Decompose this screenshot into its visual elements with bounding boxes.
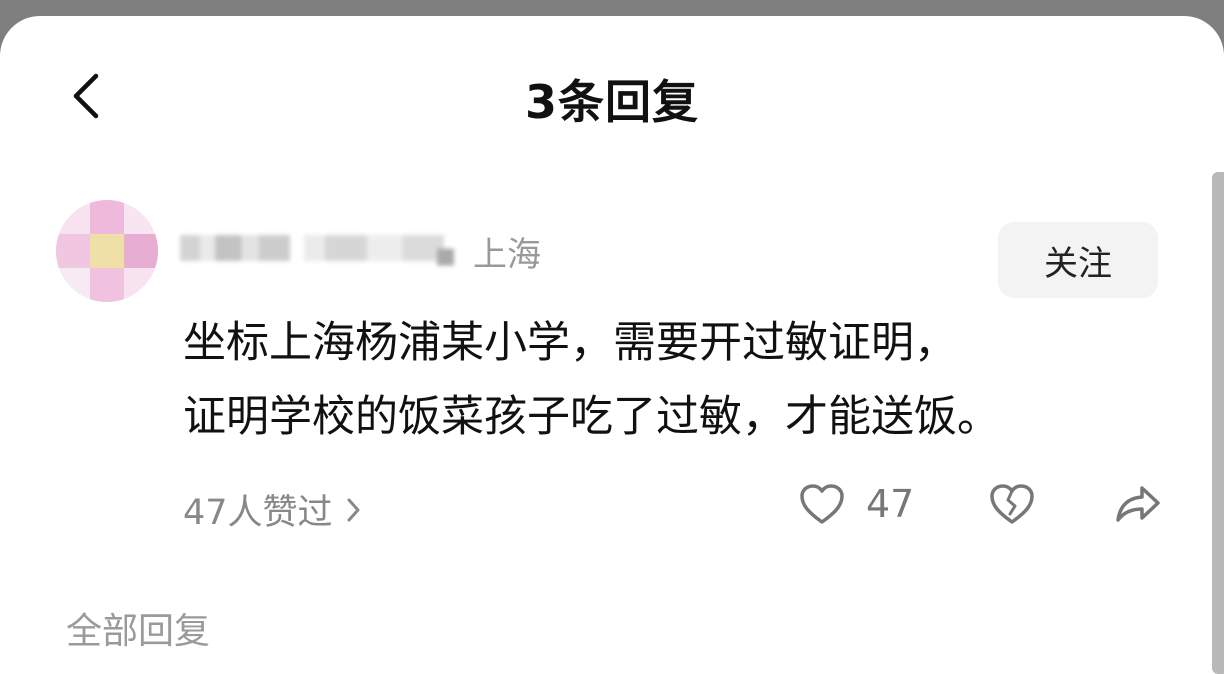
user-meta: ▪ 上海 (434, 238, 541, 272)
avatar[interactable] (56, 200, 158, 302)
all-replies-label: 全部回复 (66, 611, 211, 652)
reply-text: 坐标上海杨浦某小学，需要开过敏证明， 证明学校的饭菜孩子吃了过敏，才能送饭。 (183, 318, 1000, 442)
blurred-meta: ▪ (434, 235, 458, 275)
like-count: 47 (866, 482, 915, 526)
avatar-image (56, 200, 158, 302)
share-arrow-icon (1116, 486, 1161, 522)
like-button[interactable]: 47 (798, 482, 914, 526)
dislike-button[interactable] (988, 482, 1036, 526)
page-title: 3条回复 (524, 75, 699, 129)
reply-card: ▪ 上海 关注 坐标上海杨浦某小学，需要开过敏证明， 证明学校的饭菜孩子吃了过敏… (0, 194, 1224, 534)
heart-outline-icon (800, 484, 844, 524)
broken-heart-icon (990, 484, 1035, 524)
reply-sheet: 3条回复 ▪ 上海 关注 坐标上海杨浦某小学，需要开过敏证明， 证明学校的饭菜孩… (0, 16, 1224, 674)
likes-link[interactable]: 47人赞过 (183, 484, 363, 535)
share-button[interactable] (1114, 482, 1162, 526)
likes-link-label: 47人赞过 (183, 493, 333, 533)
chevron-right-icon (347, 498, 360, 521)
reply-actions: 47 (798, 478, 1162, 530)
username-blurred[interactable] (180, 224, 460, 272)
header: 3条回复 (0, 16, 1224, 176)
follow-button[interactable]: 关注 (998, 222, 1158, 298)
location-label: 上海 (473, 235, 542, 275)
